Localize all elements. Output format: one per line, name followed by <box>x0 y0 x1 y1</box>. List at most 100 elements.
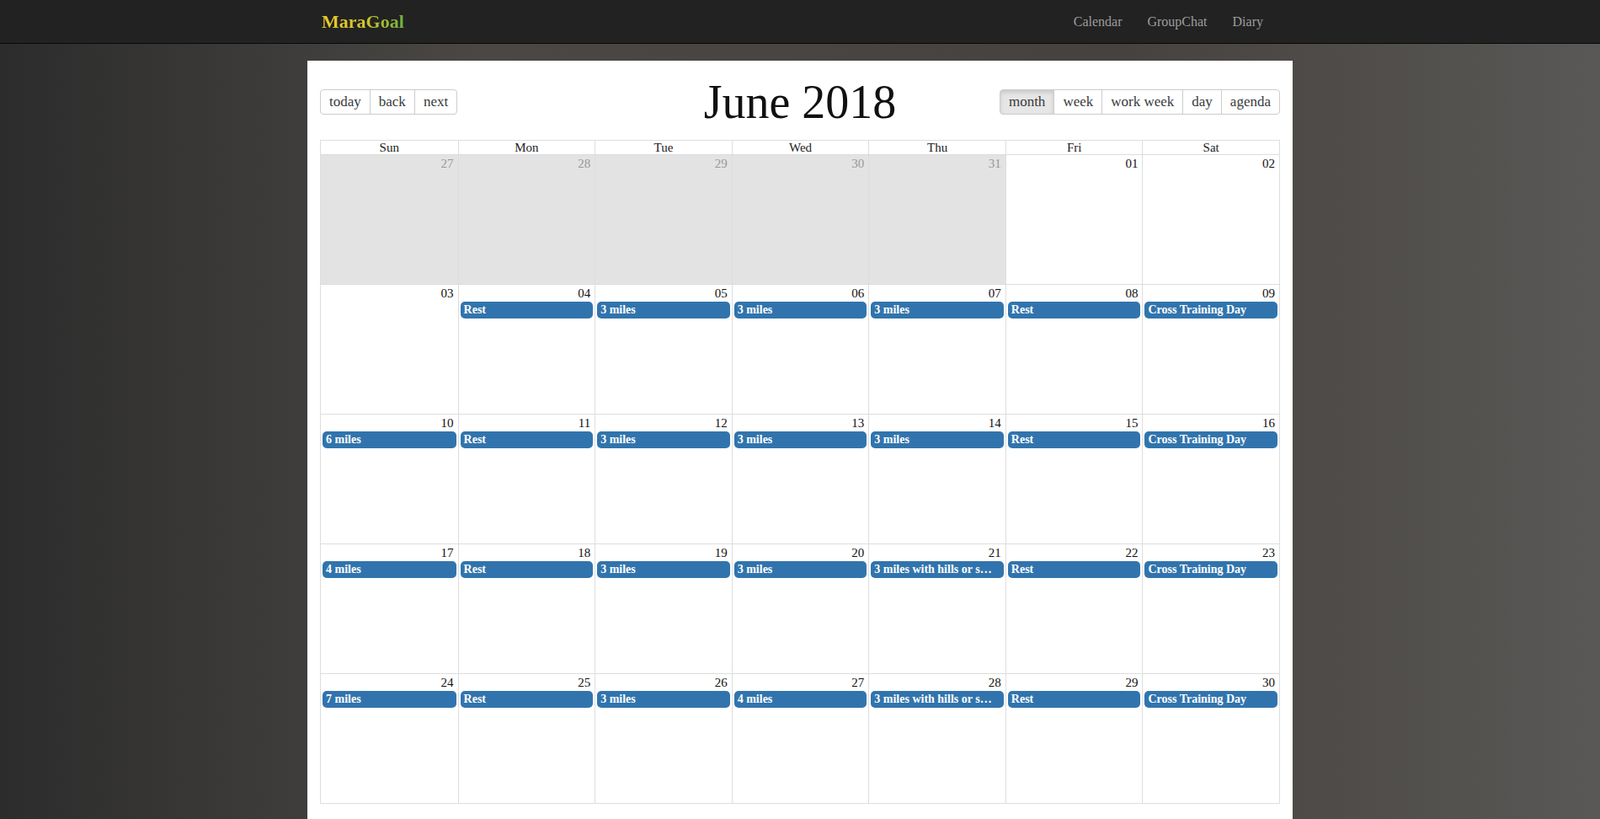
date-label[interactable]: 28 <box>458 154 596 171</box>
day-cell[interactable]: 01 <box>1005 154 1143 284</box>
day-cell[interactable]: 247 miles <box>320 673 459 803</box>
day-cell[interactable]: 29 <box>594 154 732 284</box>
day-cell[interactable]: 213 miles with hills or s… <box>868 544 1006 673</box>
calendar-event[interactable]: Rest <box>460 560 594 578</box>
day-cell[interactable]: 15Rest <box>1005 414 1143 544</box>
calendar-event[interactable]: 3 miles with hills or s… <box>870 560 1004 578</box>
calendar-event[interactable]: Rest <box>460 690 594 708</box>
calendar-event[interactable]: 4 miles <box>734 690 868 708</box>
day-cell[interactable]: 09Cross Training Day <box>1141 284 1280 414</box>
day-cell[interactable]: 23Cross Training Day <box>1141 544 1280 673</box>
calendar-event[interactable]: Cross Training Day <box>1144 690 1278 708</box>
date-label[interactable]: 08 <box>1006 284 1143 301</box>
calendar-event[interactable]: Cross Training Day <box>1144 560 1278 578</box>
date-label[interactable]: 27 <box>320 154 459 171</box>
calendar-event[interactable]: 3 miles <box>597 690 731 708</box>
day-cell[interactable]: 106 miles <box>320 414 459 544</box>
calendar-event[interactable]: 3 miles <box>597 431 731 448</box>
nav-link[interactable]: Diary <box>1232 14 1264 30</box>
date-label[interactable]: 28 <box>869 673 1006 690</box>
calendar-event[interactable]: 3 miles <box>734 301 868 319</box>
date-label[interactable]: 22 <box>1006 544 1143 560</box>
nav-button[interactable]: today <box>320 89 371 115</box>
date-label[interactable]: 05 <box>595 284 732 301</box>
calendar-event[interactable]: Rest <box>460 431 594 448</box>
view-button[interactable]: month <box>999 89 1055 115</box>
day-cell[interactable]: 28 <box>458 154 596 284</box>
date-label[interactable]: 29 <box>1006 673 1143 690</box>
day-cell[interactable]: 133 miles <box>731 414 870 544</box>
day-cell[interactable]: 29Rest <box>1005 673 1143 803</box>
day-cell[interactable]: 263 miles <box>594 673 732 803</box>
day-cell[interactable]: 22Rest <box>1005 544 1143 673</box>
day-cell[interactable]: 30Cross Training Day <box>1141 673 1280 803</box>
day-cell[interactable]: 04Rest <box>458 284 596 414</box>
date-label[interactable]: 11 <box>458 414 596 431</box>
calendar-event[interactable]: 3 miles <box>597 560 731 578</box>
date-label[interactable]: 25 <box>458 673 596 690</box>
calendar-event[interactable]: 4 miles <box>322 560 457 578</box>
date-label[interactable]: 17 <box>320 544 459 560</box>
day-cell[interactable]: 02 <box>1141 154 1280 284</box>
calendar-event[interactable]: 3 miles with hills or s… <box>870 690 1004 708</box>
day-cell[interactable]: 053 miles <box>594 284 732 414</box>
calendar-event[interactable]: 7 miles <box>322 690 457 708</box>
date-label[interactable]: 24 <box>320 673 459 690</box>
day-cell[interactable]: 073 miles <box>868 284 1006 414</box>
day-cell[interactable]: 30 <box>731 154 870 284</box>
date-label[interactable]: 09 <box>1142 284 1280 301</box>
date-label[interactable]: 10 <box>320 414 459 431</box>
date-label[interactable]: 23 <box>1142 544 1280 560</box>
calendar-event[interactable]: Cross Training Day <box>1144 301 1278 319</box>
view-button[interactable]: day <box>1182 89 1222 115</box>
date-label[interactable]: 06 <box>732 284 870 301</box>
date-label[interactable]: 04 <box>458 284 596 301</box>
date-label[interactable]: 18 <box>458 544 596 560</box>
calendar-event[interactable]: 6 miles <box>322 431 457 448</box>
day-cell[interactable]: 31 <box>868 154 1006 284</box>
view-button[interactable]: work week <box>1101 89 1184 115</box>
date-label[interactable]: 30 <box>1142 673 1280 690</box>
day-cell[interactable]: 18Rest <box>458 544 596 673</box>
date-label[interactable]: 14 <box>869 414 1006 431</box>
day-cell[interactable]: 03 <box>320 284 459 414</box>
calendar-event[interactable]: 3 miles <box>870 431 1004 448</box>
date-label[interactable]: 20 <box>732 544 870 560</box>
day-cell[interactable]: 11Rest <box>458 414 596 544</box>
nav-link[interactable]: GroupChat <box>1146 14 1207 30</box>
date-label[interactable]: 13 <box>732 414 870 431</box>
day-cell[interactable]: 063 miles <box>731 284 870 414</box>
day-cell[interactable]: 25Rest <box>458 673 596 803</box>
day-cell[interactable]: 193 miles <box>594 544 732 673</box>
calendar-event[interactable]: Cross Training Day <box>1144 431 1278 448</box>
calendar-event[interactable]: 3 miles <box>870 301 1004 319</box>
view-button[interactable]: week <box>1053 89 1103 115</box>
date-label[interactable]: 30 <box>732 154 870 171</box>
day-cell[interactable]: 203 miles <box>731 544 870 673</box>
view-button[interactable]: agenda <box>1221 89 1280 115</box>
day-cell[interactable]: 16Cross Training Day <box>1141 414 1280 544</box>
date-label[interactable]: 02 <box>1142 154 1280 171</box>
day-cell[interactable]: 143 miles <box>868 414 1006 544</box>
day-cell[interactable]: 283 miles with hills or s… <box>868 673 1006 803</box>
date-label[interactable]: 01 <box>1006 154 1143 171</box>
nav-link[interactable]: Calendar <box>1073 14 1123 30</box>
day-cell[interactable]: 274 miles <box>731 673 870 803</box>
calendar-event[interactable]: Rest <box>1008 431 1142 448</box>
date-label[interactable]: 27 <box>732 673 870 690</box>
date-label[interactable]: 03 <box>320 284 459 301</box>
calendar-event[interactable]: 3 miles <box>734 560 868 578</box>
nav-button[interactable]: next <box>414 89 458 115</box>
calendar-event[interactable]: Rest <box>1008 301 1142 319</box>
date-label[interactable]: 19 <box>595 544 732 560</box>
nav-button[interactable]: back <box>369 89 416 115</box>
day-cell[interactable]: 27 <box>320 154 459 284</box>
day-cell[interactable]: 123 miles <box>594 414 732 544</box>
date-label[interactable]: 26 <box>595 673 732 690</box>
day-cell[interactable]: 174 miles <box>320 544 459 673</box>
date-label[interactable]: 12 <box>595 414 732 431</box>
date-label[interactable]: 21 <box>869 544 1006 560</box>
brand-logo[interactable]: MaraGoal <box>321 10 405 33</box>
calendar-event[interactable]: 3 miles <box>597 301 731 319</box>
day-cell[interactable]: 08Rest <box>1005 284 1143 414</box>
